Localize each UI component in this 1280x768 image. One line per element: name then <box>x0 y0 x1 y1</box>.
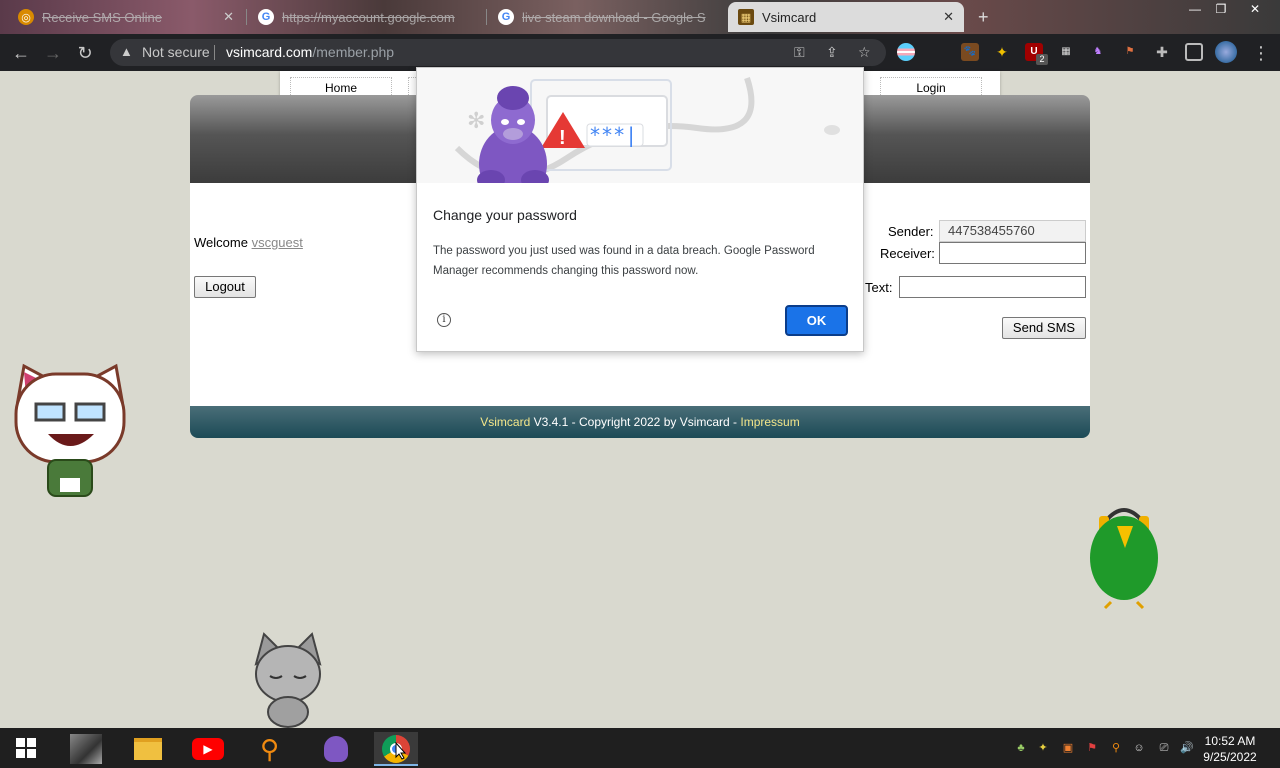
tab-receive-sms[interactable]: ◎ Receive SMS Online ✕ <box>8 2 244 32</box>
tab-google-search[interactable]: G live steam download - Google S <box>488 2 724 32</box>
volume-icon[interactable]: 🔊 <box>1180 741 1194 755</box>
network-icon[interactable]: ⎚ <box>1157 741 1171 755</box>
forward-arrow-icon[interactable]: → <box>42 42 64 64</box>
youtube-play-icon: ▶ <box>192 738 224 760</box>
taskbar-search-app[interactable]: ⚲ <box>250 732 294 766</box>
figure-extension-icon[interactable]: ♞ <box>1089 43 1107 61</box>
username-link[interactable]: vscguest <box>252 235 303 250</box>
site-footer: Vsimcard V3.4.1 - Copyright 2022 by Vsim… <box>190 406 1090 438</box>
back-arrow-icon[interactable]: ← <box>10 42 32 64</box>
cat-with-glasses-mascot-icon <box>14 363 126 497</box>
grid-extension-icon[interactable]: ▦ <box>1057 43 1075 61</box>
receiver-field[interactable] <box>939 242 1086 264</box>
warning-triangle-icon[interactable]: ▲ <box>120 44 133 59</box>
tab-title: live steam download - Google S <box>522 9 706 25</box>
svg-text:!: ! <box>559 127 566 149</box>
sender-label: Sender: <box>888 224 934 239</box>
tray-emoji-icon[interactable]: ☺ <box>1132 741 1146 755</box>
logout-button[interactable]: Logout <box>194 276 256 298</box>
tray-flag-icon[interactable]: ⚑ <box>1085 741 1099 755</box>
screenshot-app-icon <box>70 734 102 764</box>
google-favicon-icon: G <box>498 9 514 25</box>
side-panel-icon[interactable] <box>1185 43 1203 61</box>
runner-extension-icon[interactable]: ✦ <box>993 43 1011 61</box>
password-breach-dialog: ✻ ! ***| Change your password The passwo… <box>416 67 864 352</box>
browser-toolbar: ← → ↻ ▲ Not secure vsimcard.com/member.p… <box>0 34 1280 71</box>
receive-sms-favicon-icon: ◎ <box>18 9 34 25</box>
footer-brand-link[interactable]: Vsimcard <box>480 415 530 429</box>
tab-title: Vsimcard <box>762 9 817 25</box>
text-field[interactable] <box>899 276 1086 298</box>
taskbar-file-explorer[interactable] <box>126 732 170 766</box>
bookmark-star-icon[interactable]: ☆ <box>858 44 871 61</box>
key-icon[interactable]: ⚿ <box>794 44 805 61</box>
magnifier-icon: ⚲ <box>260 734 280 764</box>
close-tab-icon[interactable]: ✕ <box>223 9 234 25</box>
info-icon[interactable]: i <box>437 313 451 327</box>
ublock-badge: 2 <box>1036 54 1048 65</box>
welcome-text: Welcome vscguest <box>194 235 303 250</box>
tab-separator <box>246 9 247 25</box>
welcome-label: Welcome <box>194 235 248 250</box>
tab-separator <box>486 9 487 25</box>
purple-gorilla-icon <box>324 736 348 762</box>
send-sms-button[interactable]: Send SMS <box>1002 317 1086 339</box>
sender-field[interactable]: 447538455760 <box>939 220 1086 242</box>
tab-google-account[interactable]: G https://myaccount.google.com <box>248 2 484 32</box>
tray-frog-icon[interactable]: ♣ <box>1014 741 1028 755</box>
green-parrot-mascot-icon <box>1090 508 1158 610</box>
clock-time: 10:52 AM <box>1204 734 1256 748</box>
text-label: Text: <box>865 280 893 295</box>
tray-search-icon[interactable]: ⚲ <box>1109 741 1123 755</box>
profile-flag-icon[interactable] <box>897 43 915 61</box>
password-mask-text: ***| <box>589 123 637 147</box>
windows-taskbar: ▶ ⚲ ♣ ✦ ▣ ⚑ ⚲ ☺ ⎚ 🔊 10:52 AM 9/25/2022 <box>0 728 1280 768</box>
browser-tab-strip: ◎ Receive SMS Online ✕ G https://myaccou… <box>0 0 1280 34</box>
menu-kebab-icon[interactable]: ⋮ <box>1250 42 1272 64</box>
extensions-puzzle-icon[interactable]: ✚ <box>1153 43 1171 61</box>
share-icon[interactable]: ⇪ <box>826 44 838 61</box>
dialog-title: Change your password <box>433 207 577 223</box>
mouse-cursor-icon <box>395 742 407 760</box>
taskbar-youtube[interactable]: ▶ <box>186 732 230 766</box>
vsimcard-favicon-icon: ▦ <box>738 9 754 25</box>
omnibox-separator <box>214 45 215 60</box>
footer-copyright: V3.4.1 - Copyright 2022 by Vsimcard - <box>530 415 741 429</box>
clock-date: 9/25/2022 <box>1203 750 1257 764</box>
security-label[interactable]: Not secure <box>142 44 210 60</box>
tab-title: Receive SMS Online <box>42 9 162 25</box>
impressum-link[interactable]: Impressum <box>740 415 799 429</box>
windows-start-icon[interactable] <box>16 738 36 758</box>
restore-icon[interactable]: ❐ <box>1206 2 1236 16</box>
url-domain: vsimcard.com <box>226 44 313 60</box>
window-close-icon[interactable]: ✕ <box>1240 2 1270 16</box>
paw-extension-icon[interactable]: 🐾 <box>961 43 979 61</box>
sleeping-cat-mascot-icon <box>254 632 322 728</box>
reload-icon[interactable]: ↻ <box>74 42 96 64</box>
tab-vsimcard[interactable]: ▦ Vsimcard ✕ <box>728 2 964 32</box>
receiver-label: Receiver: <box>880 246 935 261</box>
person-extension-icon[interactable]: ⚑ <box>1121 43 1139 61</box>
address-bar[interactable]: ▲ Not secure vsimcard.com/member.php ⚿ ⇪… <box>110 39 886 66</box>
tray-mega-icon[interactable]: ▣ <box>1061 741 1075 755</box>
tray-app-icon[interactable]: ✦ <box>1036 741 1050 755</box>
taskbar-bonzi[interactable] <box>314 732 358 766</box>
url-text[interactable]: vsimcard.com/member.php <box>226 44 394 60</box>
folder-icon <box>134 738 162 760</box>
tab-title: https://myaccount.google.com <box>282 9 455 25</box>
svg-text:✻: ✻ <box>467 109 485 134</box>
new-tab-button[interactable]: + <box>978 7 989 28</box>
ok-button[interactable]: OK <box>785 305 848 336</box>
dialog-illustration: ✻ ! ***| <box>417 68 863 183</box>
password-illustration-icon: ✻ ! ***| <box>454 77 840 183</box>
profile-avatar-icon[interactable] <box>1215 41 1237 63</box>
system-clock[interactable]: 10:52 AM 9/25/2022 <box>1196 733 1264 765</box>
close-tab-icon[interactable]: ✕ <box>943 9 954 25</box>
dialog-message: The password you just used was found in … <box>433 245 815 277</box>
google-favicon-icon: G <box>258 9 274 25</box>
taskbar-app-screenshot[interactable] <box>64 732 108 766</box>
url-path: /member.php <box>312 44 395 60</box>
